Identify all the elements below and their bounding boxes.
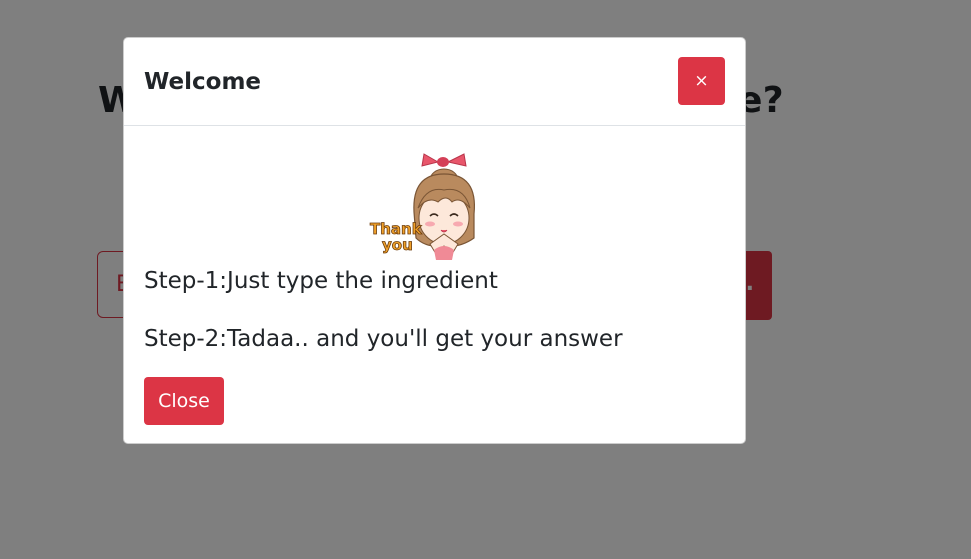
sticker-text-you: you [382, 236, 413, 254]
modal-header: Welcome × [124, 38, 745, 126]
thank-you-sticker: Thank you [370, 153, 476, 260]
step-1-text: Step-1:Just type the ingredient [144, 268, 498, 294]
page: W e? E . Welcome × [0, 0, 971, 559]
welcome-modal: Welcome × Thank you Step-1:Just type the… [123, 37, 746, 444]
close-button[interactable]: Close [144, 377, 224, 425]
step-2-text: Step-2:Tadaa.. and you'll get your answe… [144, 326, 623, 352]
close-x-button[interactable]: × [678, 57, 725, 105]
hair-bow-icon [421, 153, 467, 167]
modal-title: Welcome [144, 69, 262, 95]
